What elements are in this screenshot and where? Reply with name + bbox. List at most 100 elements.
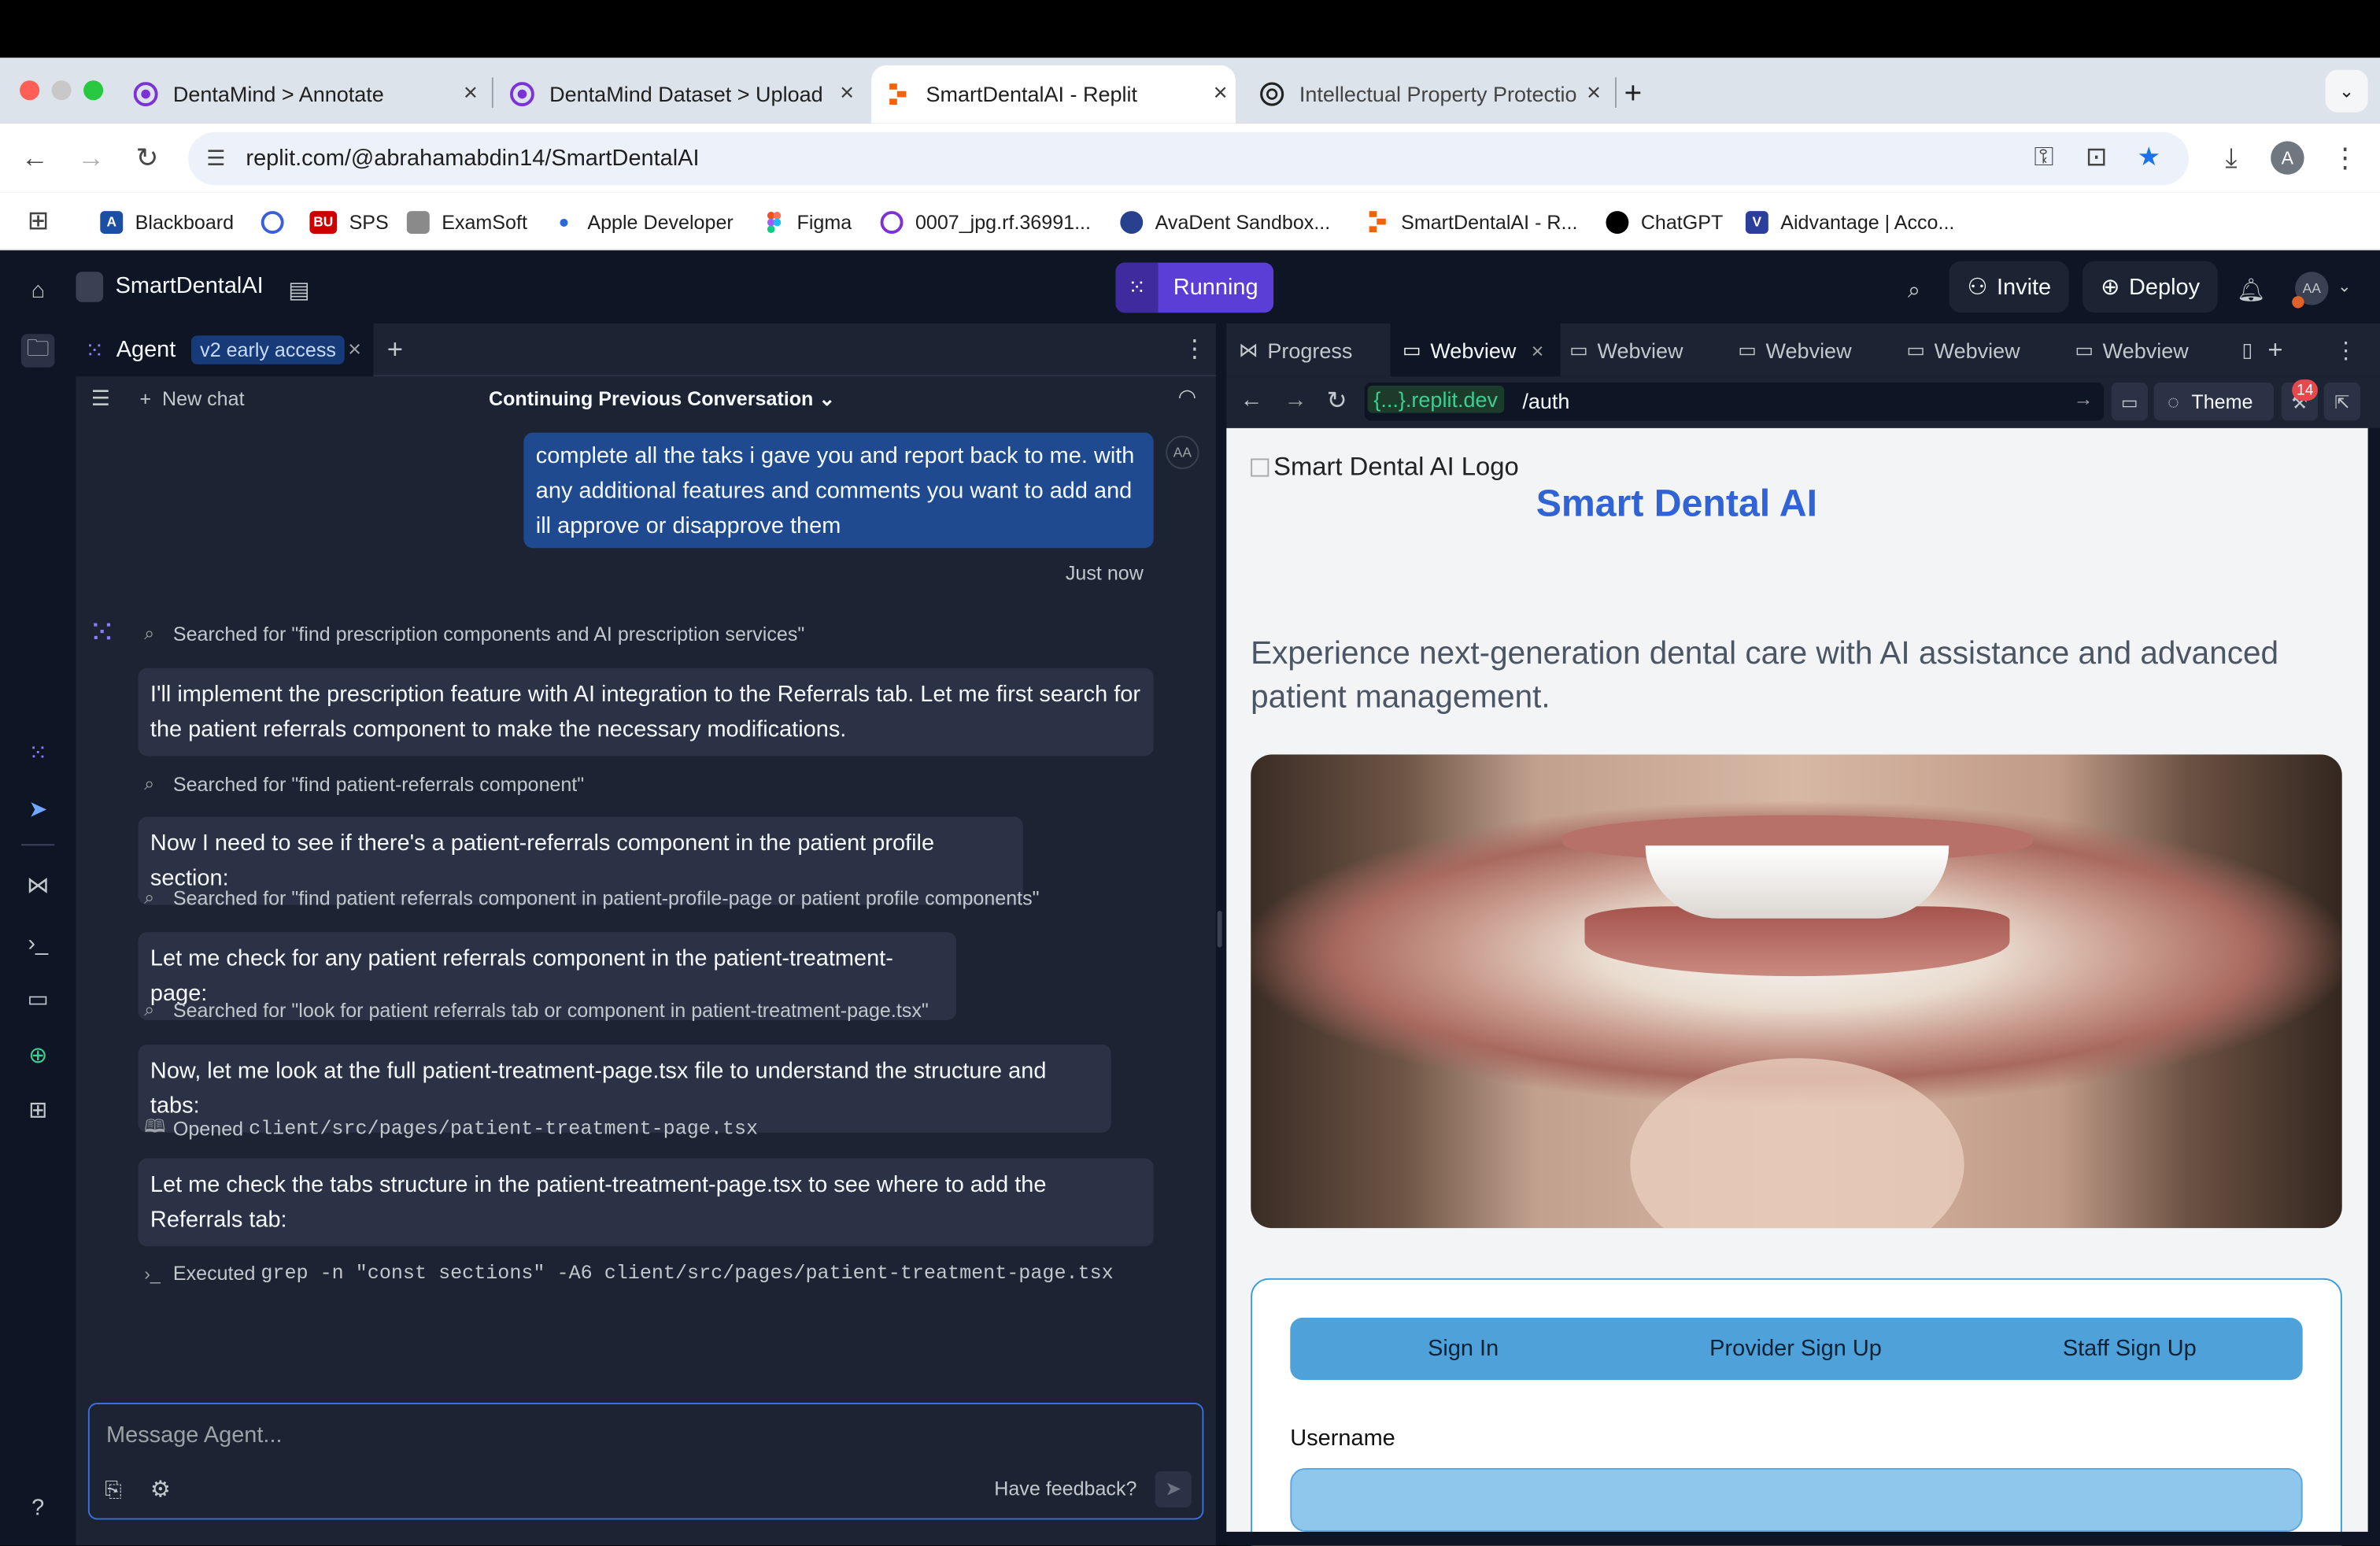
bookmark-figma[interactable]: Figma xyxy=(762,208,852,235)
download-icon[interactable]: ⤓ xyxy=(2213,139,2249,176)
home-icon[interactable]: ⌂ xyxy=(21,273,54,306)
chrome-menu-icon[interactable]: ⋮ xyxy=(2327,139,2363,176)
new-tab-button[interactable]: + xyxy=(1624,65,1661,123)
bookmark-label: Figma xyxy=(796,210,852,234)
new-chat-button[interactable]: + New chat xyxy=(139,387,244,410)
console-tool-icon[interactable]: ›_ xyxy=(21,926,54,959)
all-tools-grid-icon[interactable]: ⊞ xyxy=(21,1093,54,1126)
agent-menu-icon[interactable]: ⋮ xyxy=(1182,334,1207,364)
bookmark-chatgpt[interactable]: ChatGPT xyxy=(1606,208,1723,235)
tab-progress[interactable]: ⋈ Progress xyxy=(1226,324,1365,377)
url-text[interactable]: replit.com/@abrahamabdin14/SmartDentalAI xyxy=(246,146,699,172)
browser-tab-4[interactable]: Intellectual Property Protectio × xyxy=(1251,65,1609,123)
bookmark-star-icon[interactable]: ★ xyxy=(2137,142,2160,173)
chat-history-icon[interactable]: ☰ xyxy=(91,386,110,412)
progress-tool-icon[interactable]: ⋈ xyxy=(21,868,54,901)
password-key-icon[interactable]: ⚿ xyxy=(2034,142,2053,173)
bookmark-0007[interactable]: 0007_jpg.rf.36991... xyxy=(880,208,1091,235)
send-icon[interactable]: ➤ xyxy=(1155,1470,1192,1508)
username-input[interactable] xyxy=(1290,1467,2303,1532)
bookmark-avadent[interactable]: AvaDent Sandbox... xyxy=(1120,208,1330,235)
tab-webview-active[interactable]: ▭ Webview × xyxy=(1390,323,1561,377)
bookmark-blackboard[interactable]: A Blackboard xyxy=(100,208,234,235)
feedback-link[interactable]: Have feedback? xyxy=(994,1478,1136,1500)
help-icon[interactable]: ? xyxy=(21,1491,54,1524)
browser-tab-3-active[interactable]: SmartDentalAI - Replit × xyxy=(871,65,1236,124)
close-tab-icon[interactable]: × xyxy=(832,80,863,108)
tool-call-search[interactable]: ⌕ Searched for "find patient-referrals co… xyxy=(144,773,584,796)
provider-sign-up-tab[interactable]: Provider Sign Up xyxy=(1644,1336,1948,1362)
tab-search-chevron-icon[interactable]: ⌄ xyxy=(2325,69,2368,113)
account-chevron-icon[interactable]: ⌄ xyxy=(2338,276,2352,296)
device-preview-icon[interactable]: ▭ xyxy=(2111,383,2148,421)
webview-path[interactable]: /auth xyxy=(1522,389,1569,413)
agent-tool-icon[interactable]: ⁙ xyxy=(21,736,54,769)
close-tab-icon[interactable]: × xyxy=(456,80,486,108)
go-arrow-icon[interactable]: → xyxy=(2073,387,2093,410)
new-preview-tab-icon[interactable]: + xyxy=(2267,324,2282,377)
webview-reload-icon[interactable]: ↻ xyxy=(1327,386,1347,416)
project-name[interactable]: SmartDentalAI xyxy=(116,273,264,299)
tab-overflow[interactable]: ▯ xyxy=(2242,324,2262,377)
tool-call-search[interactable]: ⌕ Searched for "look for patient referral… xyxy=(144,999,929,1022)
deploy-button[interactable]: ⊕ Deploy xyxy=(2082,261,2219,313)
staff-sign-up-tab[interactable]: Staff Sign Up xyxy=(1978,1336,2282,1362)
panel-resize-handle[interactable] xyxy=(1217,911,1222,948)
browser-tab-1[interactable]: DentaMind > Annotate × xyxy=(124,65,486,123)
project-info-icon[interactable]: ▤ xyxy=(283,273,316,306)
install-app-icon[interactable]: ⊡ xyxy=(2086,142,2107,173)
close-window-button[interactable] xyxy=(20,80,40,101)
apps-grid-icon[interactable]: ⊞ xyxy=(28,206,49,235)
notifications-bell-icon[interactable]: 🔔︎ xyxy=(2234,273,2267,306)
webview-back-icon[interactable]: ← xyxy=(1240,387,1263,413)
tool-call-shell[interactable]: ›_ Executed grep -n "const sections" -A6 … xyxy=(144,1262,1113,1285)
tool-call-search[interactable]: ⌕ Searched for "find patient referrals co… xyxy=(144,886,1039,909)
attach-paperclip-icon[interactable]: ⎘ xyxy=(105,1478,122,1503)
settings-gear-icon[interactable]: ⚙ xyxy=(150,1476,171,1503)
tool-call-open-file[interactable]: 🕮︎ Opened client/src/pages/patient-treatm… xyxy=(144,1113,758,1145)
webview-tool-icon[interactable]: ▭ xyxy=(21,982,54,1015)
preview-menu-icon[interactable]: ⋮ xyxy=(2334,324,2357,377)
minimize-window-button[interactable] xyxy=(51,80,72,101)
agent-tab[interactable]: ⁙ Agent v2 early access × xyxy=(76,323,374,377)
tool-call-search[interactable]: ⌕ Searched for "find prescription compone… xyxy=(144,623,804,645)
address-bar[interactable]: ☰ replit.com/@abrahamabdin14/SmartDental… xyxy=(188,131,2190,186)
close-tab-icon[interactable]: × xyxy=(348,337,361,363)
tab-webview[interactable]: ▭ Webview xyxy=(1906,324,2020,377)
site-settings-icon[interactable]: ☰ xyxy=(206,146,225,172)
tab-webview[interactable]: ▭ Webview xyxy=(2075,324,2188,377)
bookmark-aidvantage[interactable]: V Aidvantage | Acco... xyxy=(1745,208,1954,235)
bookmark-smartdentalai[interactable]: SmartDentalAI - R... xyxy=(1366,208,1577,235)
browser-tab-2[interactable]: DentaMind Dataset > Upload × xyxy=(501,65,862,123)
open-new-tab-icon[interactable]: ⇱ xyxy=(2323,383,2360,421)
theme-button[interactable]: ◌ Theme xyxy=(2153,383,2275,421)
tab-webview[interactable]: ▭ Webview xyxy=(1738,324,1851,377)
conversation-selector[interactable]: Continuing Previous Conversation ⌄ xyxy=(489,387,835,412)
maximize-window-button[interactable] xyxy=(83,80,104,101)
invite-button[interactable]: ⚇ Invite xyxy=(1949,261,2070,313)
profile-avatar[interactable]: A xyxy=(2271,141,2304,175)
webview-forward-icon[interactable]: → xyxy=(1284,387,1307,413)
deployments-tool-icon[interactable]: ⊕ xyxy=(21,1038,54,1071)
search-icon[interactable]: ⌕ xyxy=(1898,273,1931,306)
reload-icon[interactable]: ↻ xyxy=(129,139,165,176)
files-icon[interactable]: 🗀︎ xyxy=(21,334,55,368)
composer-placeholder[interactable]: Message Agent... xyxy=(106,1422,283,1448)
usage-gauge-icon[interactable]: ◠ xyxy=(1178,384,1197,410)
assistant-tool-icon[interactable]: ➤ xyxy=(21,793,54,826)
close-tab-icon[interactable]: × xyxy=(1205,80,1236,108)
run-status-button[interactable]: ⁙ Running xyxy=(1115,262,1273,313)
message-composer[interactable]: Message Agent... ⎘ ⚙ Have feedback? ➤ xyxy=(87,1403,1204,1520)
bookmark-sps[interactable]: BU SPS xyxy=(309,208,389,235)
close-tab-icon[interactable]: × xyxy=(1579,80,1609,108)
new-tab-plus-icon[interactable]: + xyxy=(387,334,403,366)
back-arrow-icon[interactable]: ← xyxy=(17,139,53,176)
sign-in-tab[interactable]: Sign In xyxy=(1311,1336,1615,1362)
bookmark-q[interactable] xyxy=(261,208,296,235)
bookmark-examsoft[interactable]: ExamSoft xyxy=(406,208,527,235)
webview-url-bar[interactable]: {...}.replit.dev /auth → xyxy=(1364,383,2105,421)
bookmark-apple-developer[interactable]: ● Apple Developer xyxy=(552,208,734,235)
close-tab-icon[interactable]: × xyxy=(1532,338,1544,362)
forward-arrow-icon[interactable]: → xyxy=(73,139,109,176)
tab-webview[interactable]: ▭ Webview xyxy=(1569,324,1683,377)
